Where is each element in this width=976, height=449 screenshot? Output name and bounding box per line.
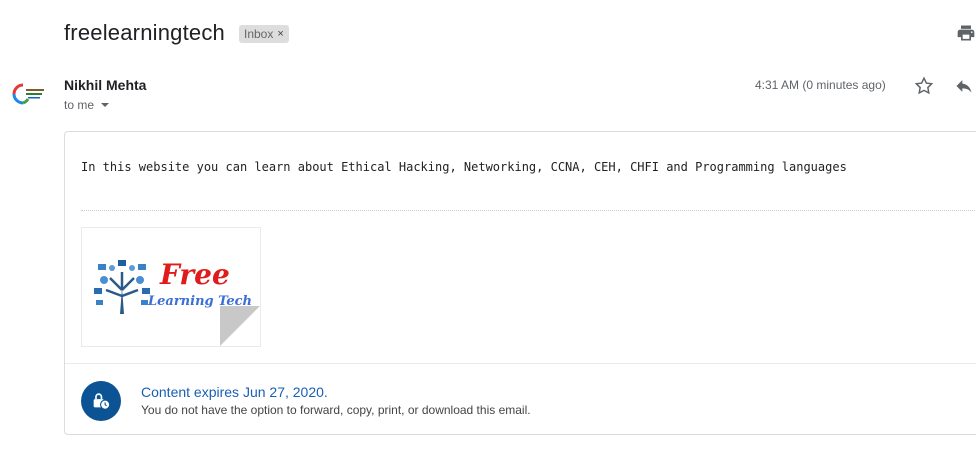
body-divider	[81, 210, 976, 211]
email-subject: freelearningtech	[64, 20, 225, 45]
image-attachment[interactable]: Free Learning Tech	[81, 227, 261, 347]
inbox-label-chip[interactable]: Inbox ×	[239, 25, 289, 43]
expiration-divider	[65, 363, 976, 364]
chevron-down-icon	[101, 103, 110, 107]
reply-icon[interactable]	[953, 76, 975, 96]
print-icon[interactable]	[956, 23, 976, 43]
tree-network-icon	[94, 260, 150, 314]
message-body: In this website you can learn about Ethi…	[81, 160, 847, 174]
expiration-subtitle: You do not have the option to forward, c…	[141, 403, 531, 417]
star-icon[interactable]	[913, 75, 935, 97]
sender-name: Nikhil Mehta	[64, 77, 147, 93]
message-card: In this website you can learn about Ethi…	[64, 131, 976, 435]
page-fold-corner	[220, 306, 260, 346]
expiration-title: Content expires Jun 27, 2020.	[141, 384, 328, 400]
logo-title: Free	[160, 258, 230, 291]
label-text: Inbox	[244, 27, 274, 41]
sender-avatar[interactable]	[8, 74, 48, 114]
recipient-text: to me	[64, 98, 95, 112]
remove-label-icon[interactable]: ×	[277, 25, 283, 43]
lock-clock-icon	[81, 381, 121, 421]
avatar-logo-icon	[9, 75, 47, 113]
recipient-details-toggle[interactable]: to me	[64, 98, 110, 112]
message-time: 4:31 AM (0 minutes ago)	[755, 78, 886, 92]
